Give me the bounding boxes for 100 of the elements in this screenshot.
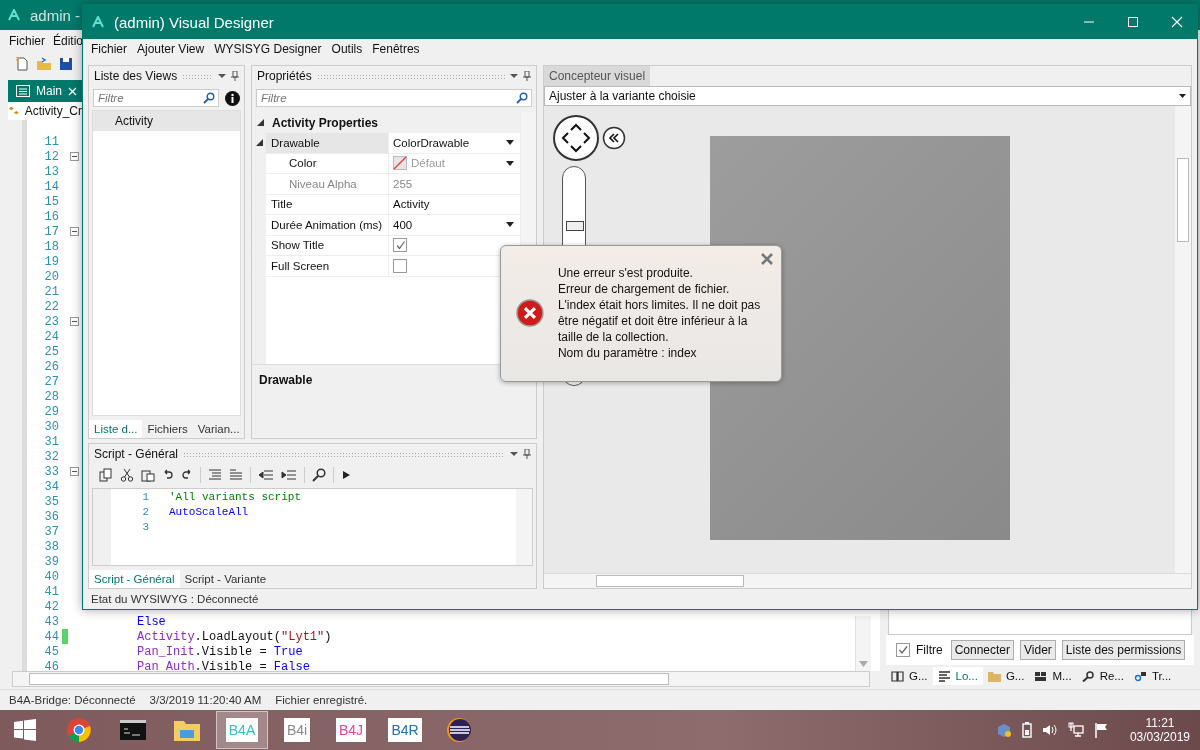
module-icon — [16, 85, 30, 97]
scrollbar[interactable] — [516, 489, 532, 565]
flag-icon[interactable] — [1093, 722, 1108, 738]
property-value[interactable]: ColorDrawable — [389, 133, 520, 153]
menu-item[interactable]: Outils — [331, 42, 363, 56]
code-text: 'All variants script — [169, 490, 302, 503]
taskbar-app[interactable]: B4R — [380, 712, 430, 748]
panel-tab[interactable]: Lo... — [932, 667, 983, 685]
play-icon[interactable] — [341, 470, 351, 480]
pin-icon[interactable] — [231, 71, 239, 81]
fold-icon[interactable] — [70, 317, 79, 326]
slider-thumb[interactable] — [566, 221, 584, 231]
search-icon[interactable] — [312, 468, 326, 482]
button[interactable]: Connecter — [950, 640, 1015, 660]
clock[interactable]: 11:21 03/03/2019 — [1129, 716, 1190, 744]
panel-tab[interactable]: G... — [886, 667, 933, 685]
pan-control-icon[interactable] — [552, 114, 600, 162]
line-number: 43 — [43, 614, 59, 629]
panel-tab[interactable]: Liste d... — [89, 420, 143, 438]
redo-icon[interactable] — [181, 469, 193, 481]
checkbox[interactable] — [393, 238, 407, 253]
pin-icon[interactable] — [523, 449, 531, 459]
panel-tab[interactable]: G... — [982, 667, 1030, 685]
property-name[interactable]: Full Screen — [266, 256, 389, 276]
taskbar-app[interactable]: B4J — [326, 712, 376, 748]
network-icon[interactable] — [1067, 722, 1084, 738]
app-logo: B4R — [388, 718, 422, 742]
script-editor[interactable]: 1 'All variants script 2 AutoScaleAll 3 — [92, 488, 533, 566]
maximize-icon[interactable] — [1127, 16, 1139, 28]
editor-tab[interactable]: Main — [8, 80, 85, 102]
scrollbar[interactable] — [1175, 106, 1191, 573]
paste-icon[interactable] — [141, 468, 155, 482]
menu-item[interactable]: Fichier — [9, 34, 45, 48]
fold-icon[interactable] — [70, 152, 79, 161]
outdent-icon[interactable] — [258, 469, 274, 481]
close-icon[interactable] — [760, 252, 774, 266]
volume-icon[interactable] — [1041, 722, 1058, 738]
dropdown-icon[interactable] — [218, 73, 226, 79]
battery-icon[interactable] — [1021, 722, 1032, 738]
panel-tab[interactable]: Re... — [1076, 667, 1129, 685]
property-value[interactable]: 400 — [389, 215, 520, 235]
property-name[interactable]: Title — [266, 194, 389, 214]
menu-item[interactable]: Fenêtres — [372, 42, 420, 56]
panel-tab[interactable]: Concepteur visuel — [544, 66, 651, 86]
scrollbar[interactable] — [544, 573, 1191, 588]
checkbox[interactable] — [896, 643, 910, 657]
copy-icon[interactable] — [99, 468, 113, 482]
folder-icon[interactable] — [36, 56, 52, 72]
checkbox[interactable] — [393, 258, 407, 273]
menu-item[interactable]: Fichier — [91, 42, 127, 56]
search-field[interactable]: Filtre — [256, 89, 532, 107]
line-number: 40 — [43, 569, 59, 584]
line-number: 42 — [43, 599, 59, 614]
info-icon[interactable] — [225, 90, 240, 106]
app-logo: B4A — [225, 718, 259, 742]
button[interactable]: Liste des permissions — [1061, 640, 1186, 660]
undo-icon[interactable] — [162, 469, 174, 481]
line-number: 19 — [43, 254, 59, 269]
box-icon[interactable] — [995, 722, 1012, 738]
dropdown-icon[interactable] — [510, 73, 518, 79]
menu-item[interactable]: Ajouter View — [137, 42, 205, 56]
list-item[interactable]: Activity — [93, 111, 240, 131]
dropdown[interactable]: Ajuster à la variante choisie — [544, 86, 1191, 106]
panel-tab[interactable]: Script - Général — [89, 570, 180, 588]
line-number: 21 — [43, 284, 59, 299]
collapse-icon[interactable] — [602, 126, 626, 150]
line-number: 30 — [43, 419, 59, 434]
fold-icon[interactable] — [70, 227, 79, 236]
panel-tab[interactable]: Fichiers — [142, 420, 193, 438]
panel-tab[interactable]: Script - Variante — [179, 570, 272, 588]
save-icon[interactable] — [58, 56, 74, 72]
scrollbar[interactable] — [855, 616, 871, 671]
indent-icon[interactable] — [281, 469, 297, 481]
search-field[interactable]: Filtre — [93, 89, 219, 107]
pin-icon[interactable] — [523, 71, 531, 81]
new-file-icon[interactable] — [14, 56, 30, 72]
cut-icon[interactable] — [120, 468, 134, 482]
book-icon — [891, 670, 904, 682]
eclipse-icon — [446, 717, 472, 743]
collapse-icon[interactable] — [257, 119, 264, 126]
button[interactable]: Vider — [1020, 640, 1056, 660]
dropdown-icon[interactable] — [510, 451, 518, 457]
property-name[interactable]: Show Title — [266, 235, 389, 255]
fold-icon[interactable] — [70, 467, 79, 476]
property-value[interactable]: Activity — [389, 194, 520, 214]
collapse-icon[interactable] — [255, 139, 263, 147]
property-name[interactable]: Color — [284, 153, 389, 173]
panel-tab[interactable]: Varian... — [192, 420, 245, 438]
error-message: Une erreur s'est produite. — [557, 265, 694, 281]
property-name[interactable]: Drawable — [266, 133, 389, 153]
list-icon[interactable] — [229, 469, 243, 481]
module-combo[interactable]: Activity_Cr — [8, 102, 82, 120]
property-name[interactable]: Durée Animation (ms) — [266, 215, 389, 235]
panel-tab[interactable]: M... — [1029, 667, 1077, 685]
menu-item[interactable]: Éditio — [53, 34, 84, 48]
menu-item[interactable]: WYSISYG Designer — [214, 42, 322, 56]
panel-tab[interactable]: Tr... — [1128, 667, 1177, 685]
list-icon[interactable] — [208, 469, 222, 481]
scrollbar[interactable] — [12, 671, 870, 687]
taskbar-app[interactable]: B4i — [272, 712, 322, 748]
